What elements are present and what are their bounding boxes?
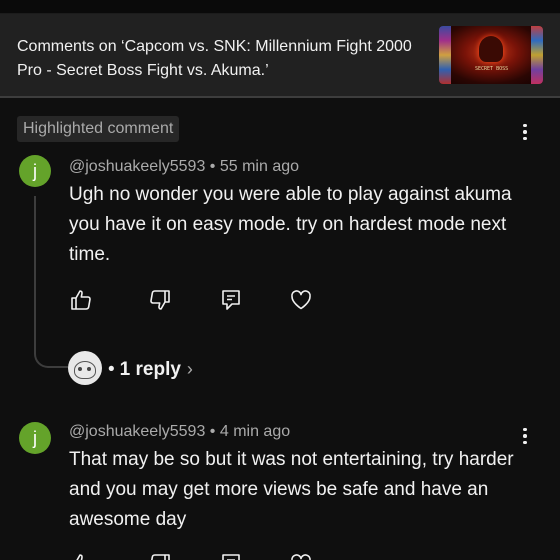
like-button[interactable] xyxy=(69,288,93,312)
thumbnail-boss-figure xyxy=(479,36,503,62)
comment-text: That may be so but it was not entertaini… xyxy=(69,449,514,530)
meta-separator: • xyxy=(209,158,216,175)
thumbs-up-icon xyxy=(76,554,83,560)
reply-comment-icon xyxy=(222,554,240,560)
heart-icon xyxy=(291,290,311,310)
reply-separator: • xyxy=(108,359,115,380)
comments-header: Comments on ‘Capcom vs. SNK: Millennium … xyxy=(0,14,560,98)
like-button[interactable] xyxy=(69,552,93,560)
comment-time: 4 min ago xyxy=(219,423,291,440)
thumbs-down-icon xyxy=(150,290,170,310)
reply-count: 1 reply xyxy=(119,359,181,380)
avatar[interactable]: j xyxy=(19,155,51,187)
heart-button[interactable] xyxy=(289,552,313,560)
header-divider xyxy=(0,96,560,98)
comment-author[interactable]: @joshuakeely5593 xyxy=(69,423,205,440)
avatar-sketch-eye-right xyxy=(87,367,91,371)
reply-comment-icon xyxy=(222,290,240,310)
meta-separator: • xyxy=(209,423,216,440)
comment-meta: @joshuakeely5593 • 4 min ago xyxy=(69,422,290,442)
reply-button[interactable] xyxy=(219,552,243,560)
dislike-button[interactable] xyxy=(148,552,172,560)
status-bar xyxy=(0,0,560,14)
avatar-letter: j xyxy=(33,161,37,181)
thread-connector-line xyxy=(34,196,68,368)
comment-author[interactable]: @joshuakeely5593 xyxy=(69,158,205,175)
comment-meta: @joshuakeely5593 • 55 min ago xyxy=(69,157,299,177)
reply-button[interactable] xyxy=(219,288,243,312)
comments-header-title[interactable]: Comments on ‘Capcom vs. SNK: Millennium … xyxy=(17,35,417,83)
thumbs-up-icon xyxy=(71,290,91,310)
thumbnail-character-strip-right xyxy=(531,26,543,84)
comment-actions xyxy=(69,288,329,312)
thumbnail-caption: SECRET BOSS xyxy=(475,66,509,72)
heart-icon xyxy=(291,554,311,560)
video-thumbnail[interactable]: SECRET BOSS xyxy=(439,26,543,84)
reply-avatar[interactable] xyxy=(68,351,102,385)
more-vertical-icon[interactable] xyxy=(515,120,535,144)
avatar-letter: j xyxy=(33,428,37,448)
heart-button[interactable] xyxy=(289,288,313,312)
comment-time: 55 min ago xyxy=(219,158,300,175)
avatar-sketch-eye-left xyxy=(78,367,82,371)
chevron-right-icon: › xyxy=(186,359,193,379)
thumbnail-character-strip-left xyxy=(439,26,451,84)
comment-text: Ugh no wonder you were able to play agai… xyxy=(69,184,512,265)
thumbs-down-icon xyxy=(151,554,170,560)
view-replies-link[interactable]: • 1 reply › xyxy=(108,357,193,381)
comment-actions xyxy=(69,552,329,560)
avatar[interactable]: j xyxy=(19,422,51,454)
highlighted-comment-badge: Highlighted comment xyxy=(17,116,180,142)
dislike-button[interactable] xyxy=(148,288,172,312)
